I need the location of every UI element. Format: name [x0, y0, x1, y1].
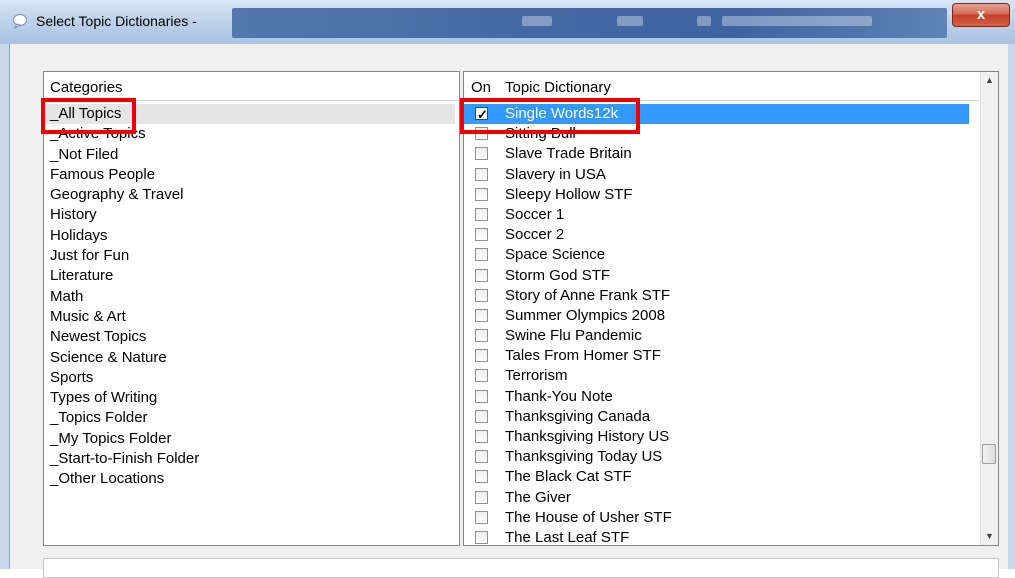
- topic-row[interactable]: The Last Leaf STF: [464, 528, 969, 548]
- topic-checkbox[interactable]: [475, 248, 488, 262]
- topic-row[interactable]: Thanksgiving Canada: [464, 407, 969, 427]
- category-item[interactable]: _Start-to-Finish Folder: [50, 449, 455, 469]
- topic-label: Slavery in USA: [505, 165, 606, 183]
- topics-list: ✓ Single Words12k Sitting Bull Slave Trade …: [464, 104, 969, 548]
- category-item[interactable]: Sports: [50, 368, 455, 388]
- window-title: Select Topic Dictionaries -: [36, 13, 197, 29]
- category-item[interactable]: Just for Fun: [50, 246, 455, 266]
- topic-checkbox[interactable]: [475, 167, 488, 181]
- topic-label: Thank-You Note: [505, 387, 613, 405]
- topic-label: The House of Usher STF: [505, 508, 672, 526]
- category-item[interactable]: Types of Writing: [50, 388, 455, 408]
- topic-row[interactable]: Slave Trade Britain: [464, 144, 969, 164]
- categories-header: Categories: [50, 79, 123, 96]
- topic-row[interactable]: Thanksgiving History US: [464, 427, 969, 447]
- topic-checkbox[interactable]: [475, 187, 488, 201]
- topic-row[interactable]: Story of Anne Frank STF: [464, 286, 969, 306]
- highlight-single-words12k: [460, 98, 640, 134]
- topic-row[interactable]: Space Science: [464, 245, 969, 265]
- category-item[interactable]: _Other Locations: [50, 469, 455, 489]
- redacted-title-area: [232, 8, 947, 38]
- topic-label: Story of Anne Frank STF: [505, 286, 671, 304]
- topic-label: Swine Flu Pandemic: [505, 327, 642, 345]
- topic-label: The Black Cat STF: [505, 468, 632, 486]
- category-item[interactable]: Math: [50, 287, 455, 307]
- scrollbar-thumb[interactable]: [982, 444, 996, 464]
- scroll-up-arrow-icon[interactable]: ▲: [981, 72, 998, 89]
- topic-label: Soccer 2: [505, 226, 565, 244]
- topic-row[interactable]: Tales From Homer STF: [464, 346, 969, 366]
- topics-scrollbar[interactable]: ▲ ▼: [980, 72, 998, 545]
- highlight-all-topics: [41, 98, 136, 134]
- topic-checkbox[interactable]: [475, 308, 488, 322]
- topic-checkbox[interactable]: [475, 228, 488, 242]
- topic-row[interactable]: Summer Olympics 2008: [464, 306, 969, 326]
- topic-checkbox[interactable]: [475, 530, 488, 544]
- topic-checkbox[interactable]: [475, 268, 488, 282]
- category-item[interactable]: Geography & Travel: [50, 185, 455, 205]
- category-item[interactable]: Famous People: [50, 165, 455, 185]
- topic-row[interactable]: Slavery in USA: [464, 165, 969, 185]
- topic-label: Space Science: [505, 246, 606, 264]
- topic-row[interactable]: The House of Usher STF: [464, 508, 969, 528]
- topic-label: The Giver: [505, 488, 571, 506]
- category-item[interactable]: Science & Nature: [50, 348, 455, 368]
- topic-row[interactable]: Swine Flu Pandemic: [464, 326, 969, 346]
- topic-row[interactable]: Sleepy Hollow STF: [464, 185, 969, 205]
- topic-checkbox[interactable]: [475, 490, 488, 504]
- topic-label: Thanksgiving Today US: [505, 448, 663, 466]
- topic-dictionary-column-header[interactable]: Topic Dictionary: [505, 77, 611, 98]
- dialog-window: Select Topic Dictionaries - x Categories…: [0, 0, 1015, 578]
- speech-bubble-icon: [13, 14, 27, 29]
- topic-label: Storm God STF: [505, 266, 611, 284]
- topic-checkbox[interactable]: [475, 147, 488, 161]
- topic-checkbox[interactable]: [475, 369, 488, 383]
- topic-label: Slave Trade Britain: [505, 145, 632, 163]
- topic-row[interactable]: Soccer 1: [464, 205, 969, 225]
- on-column-header[interactable]: On: [471, 77, 491, 98]
- topic-row[interactable]: Storm God STF: [464, 266, 969, 286]
- topic-label: Thanksgiving History US: [505, 428, 670, 445]
- scroll-down-arrow-icon[interactable]: ▼: [981, 528, 998, 545]
- topic-label: Tales From Homer STF: [505, 347, 661, 365]
- topic-checkbox[interactable]: [475, 450, 488, 464]
- category-item[interactable]: Holidays: [50, 226, 455, 246]
- topic-checkbox[interactable]: [475, 329, 488, 343]
- close-button[interactable]: x: [952, 3, 1010, 27]
- topic-label: Terrorism: [505, 367, 568, 385]
- topic-label: The Last Leaf STF: [505, 528, 630, 546]
- category-item[interactable]: _Not Filed: [50, 145, 455, 165]
- topic-row[interactable]: Terrorism: [464, 366, 969, 386]
- topic-row[interactable]: The Black Cat STF: [464, 467, 969, 487]
- topic-checkbox[interactable]: [475, 288, 488, 302]
- categories-list: _All Topics _Active Topics _Not Filed Famou…: [44, 104, 455, 490]
- category-item[interactable]: History: [50, 205, 455, 225]
- topic-label: Soccer 1: [505, 205, 565, 223]
- topic-row[interactable]: Thanksgiving Today US: [464, 447, 969, 467]
- category-item[interactable]: _My Topics Folder: [50, 429, 455, 449]
- topic-row[interactable]: The Giver: [464, 488, 969, 508]
- topic-checkbox[interactable]: [475, 510, 488, 524]
- topic-row[interactable]: Thank-You Note: [464, 387, 969, 407]
- category-item[interactable]: Newest Topics: [50, 327, 455, 347]
- topic-label: Summer Olympics 2008: [505, 306, 666, 324]
- title-bar[interactable]: Select Topic Dictionaries - x: [0, 0, 1015, 44]
- topic-checkbox[interactable]: [475, 470, 488, 484]
- category-item[interactable]: Literature: [50, 266, 455, 286]
- topic-checkbox[interactable]: [475, 430, 488, 443]
- category-item[interactable]: _Topics Folder: [50, 408, 455, 428]
- categories-panel: Categories _All Topics _Active Topics _Not…: [43, 71, 460, 546]
- topic-checkbox[interactable]: [475, 349, 488, 363]
- topic-row[interactable]: Soccer 2: [464, 225, 969, 245]
- topic-checkbox[interactable]: [475, 207, 488, 221]
- topic-label: Thanksgiving Canada: [505, 407, 651, 425]
- topics-panel: On Topic Dictionary ✓ Single Words12k Sitt…: [463, 71, 999, 546]
- topic-checkbox[interactable]: [475, 389, 488, 403]
- category-item[interactable]: Music & Art: [50, 307, 455, 327]
- description-box: [43, 558, 999, 578]
- topic-checkbox[interactable]: [475, 409, 488, 423]
- topic-label: Sleepy Hollow STF: [505, 185, 633, 203]
